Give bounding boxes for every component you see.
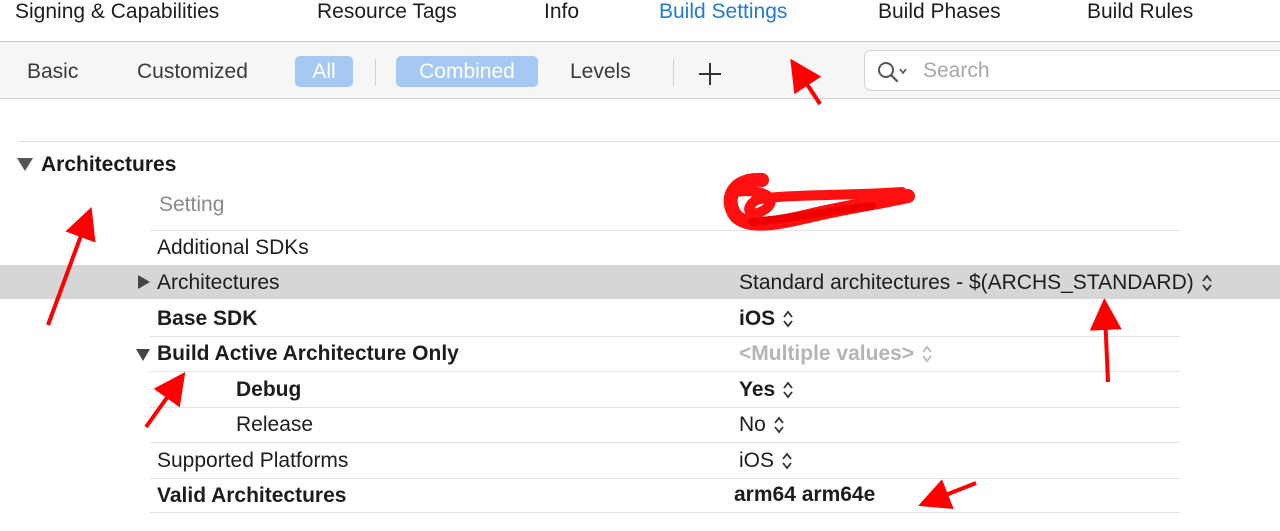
value-release[interactable]: No <box>739 412 786 438</box>
setting-build-active-architecture-only[interactable]: Build Active Architecture Only <box>157 341 459 367</box>
value-debug-text[interactable]: Yes <box>739 378 775 401</box>
value-valid-architectures[interactable]: arm64 arm64e <box>734 482 875 508</box>
customized-filter-button[interactable]: Customized <box>137 56 248 87</box>
setting-release[interactable]: Release <box>236 412 313 438</box>
row-separator <box>150 512 1180 513</box>
tab-build-rules[interactable]: Build Rules <box>1087 0 1193 24</box>
filter-divider <box>375 59 376 86</box>
row-separator <box>150 407 1180 408</box>
setting-base-sdk[interactable]: Base SDK <box>157 306 257 332</box>
setting-valid-architectures[interactable]: Valid Architectures <box>157 483 346 509</box>
stepper-icon[interactable] <box>772 415 786 435</box>
disclosure-expanded-icon[interactable] <box>135 347 151 363</box>
filter-divider <box>673 59 674 86</box>
row-separator <box>150 371 1180 372</box>
value-multiple-values-text[interactable]: <Multiple values> <box>739 342 914 365</box>
stepper-icon[interactable] <box>780 451 794 471</box>
setting-column-header[interactable]: Setting <box>159 192 224 218</box>
setting-additional-sdks[interactable]: Additional SDKs <box>157 235 309 261</box>
value-supported-platforms[interactable]: iOS <box>739 448 794 474</box>
redaction-scribble <box>723 172 915 231</box>
value-architectures[interactable]: Standard architectures - $(ARCHS_STANDAR… <box>739 270 1214 296</box>
tab-signing-capabilities[interactable]: Signing & Capabilities <box>15 0 219 24</box>
row-separator <box>150 230 1180 231</box>
stepper-icon[interactable] <box>781 380 795 400</box>
section-title: Architectures <box>41 153 177 176</box>
stepper-icon[interactable] <box>781 309 795 329</box>
all-filter-button[interactable]: All <box>295 56 353 87</box>
editor-tab-bar: Signing & Capabilities Resource Tags Inf… <box>0 0 1280 42</box>
tab-build-phases[interactable]: Build Phases <box>878 0 1001 24</box>
annotation-arrow <box>144 371 186 429</box>
row-separator <box>150 478 1180 479</box>
basic-filter-button[interactable]: Basic <box>27 56 78 87</box>
content-separator <box>18 141 1280 142</box>
disclosure-collapsed-icon[interactable] <box>136 274 152 290</box>
annotation-arrow <box>918 479 977 509</box>
tab-info[interactable]: Info <box>544 0 579 24</box>
value-debug[interactable]: Yes <box>739 377 795 403</box>
value-supported-platforms-text[interactable]: iOS <box>739 449 774 472</box>
search-placeholder[interactable]: Search <box>923 58 990 84</box>
disclosure-expanded-icon[interactable] <box>16 156 34 172</box>
value-base-sdk[interactable]: iOS <box>739 306 795 332</box>
plus-icon[interactable] <box>696 60 724 88</box>
row-separator <box>150 336 1180 337</box>
setting-debug[interactable]: Debug <box>236 377 301 403</box>
value-build-active-architecture-only[interactable]: <Multiple values> <box>739 341 934 367</box>
value-architectures-text[interactable]: Standard architectures - $(ARCHS_STANDAR… <box>739 271 1194 294</box>
value-release-text[interactable]: No <box>739 413 766 436</box>
tab-build-settings[interactable]: Build Settings <box>659 0 787 24</box>
magnifier-dropdown-icon[interactable] <box>876 60 912 84</box>
value-base-sdk-text[interactable]: iOS <box>739 307 775 330</box>
row-separator <box>150 442 1180 443</box>
levels-view-button[interactable]: Levels <box>570 56 631 87</box>
stepper-icon[interactable] <box>1200 273 1214 293</box>
setting-architectures[interactable]: Architectures <box>157 270 280 296</box>
stepper-icon[interactable] <box>920 344 934 364</box>
combined-view-button[interactable]: Combined <box>396 56 538 87</box>
tab-resource-tags[interactable]: Resource Tags <box>317 0 457 24</box>
setting-supported-platforms[interactable]: Supported Platforms <box>157 448 348 474</box>
